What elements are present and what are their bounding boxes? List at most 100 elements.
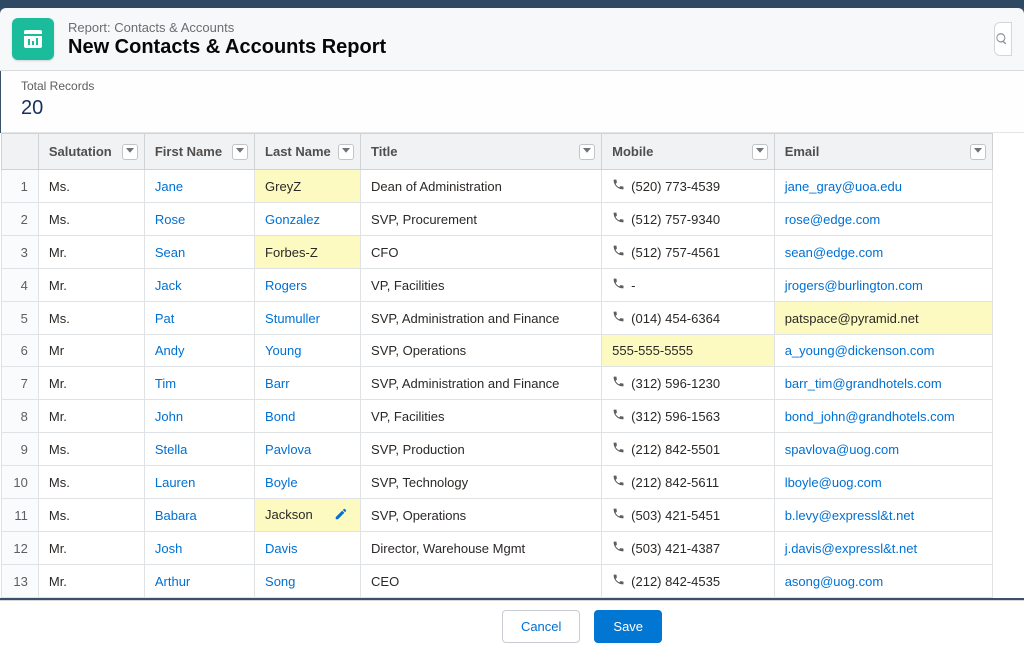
search-input[interactable] (994, 22, 1012, 56)
col-email[interactable]: Email (774, 134, 992, 170)
cell-email[interactable]: b.levy@expressl&t.net (774, 499, 992, 532)
last-name-text[interactable]: Barr (265, 376, 290, 391)
filter-icon[interactable] (122, 144, 138, 160)
cell-salutation[interactable]: Ms. (38, 499, 144, 532)
cell-email[interactable]: a_young@dickenson.com (774, 335, 992, 367)
cell-last-name[interactable]: Song (255, 565, 361, 598)
first-name-link[interactable]: Tim (155, 376, 176, 391)
save-button[interactable]: Save (594, 610, 662, 643)
cell-first-name[interactable]: Babara (144, 499, 254, 532)
last-name-text[interactable]: Gonzalez (265, 212, 320, 227)
email-link[interactable]: patspace@pyramid.net (785, 311, 919, 326)
cell-mobile[interactable]: (014) 454-6364 (602, 302, 775, 335)
cell-email[interactable]: sean@edge.com (774, 236, 992, 269)
email-link[interactable]: barr_tim@grandhotels.com (785, 376, 942, 391)
cell-first-name[interactable]: Lauren (144, 466, 254, 499)
cell-first-name[interactable]: Josh (144, 532, 254, 565)
col-mobile[interactable]: Mobile (602, 134, 775, 170)
cell-last-name[interactable]: Stumuller (255, 302, 361, 335)
cell-last-name[interactable]: Boyle (255, 466, 361, 499)
last-name-text[interactable]: Bond (265, 409, 295, 424)
first-name-link[interactable]: John (155, 409, 183, 424)
cell-first-name[interactable]: Rose (144, 203, 254, 236)
email-link[interactable]: jane_gray@uoa.edu (785, 179, 902, 194)
cell-mobile[interactable]: (212) 842-5611 (602, 466, 775, 499)
email-link[interactable]: sean@edge.com (785, 245, 883, 260)
cell-email[interactable]: bond_john@grandhotels.com (774, 400, 992, 433)
cell-first-name[interactable]: Sean (144, 236, 254, 269)
last-name-text[interactable]: Young (265, 343, 301, 358)
cell-first-name[interactable]: Jack (144, 269, 254, 302)
cell-first-name[interactable]: Tim (144, 367, 254, 400)
cell-title[interactable]: SVP, Operations (361, 335, 602, 367)
filter-icon[interactable] (579, 144, 595, 160)
cell-salutation[interactable]: Ms. (38, 433, 144, 466)
filter-icon[interactable] (338, 144, 354, 160)
email-link[interactable]: rose@edge.com (785, 212, 881, 227)
cell-title[interactable]: CEO (361, 565, 602, 598)
cell-salutation[interactable]: Ms. (38, 170, 144, 203)
last-name-text[interactable]: Pavlova (265, 442, 311, 457)
cell-title[interactable]: VP, Facilities (361, 269, 602, 302)
first-name-link[interactable]: Jack (155, 278, 182, 293)
cell-salutation[interactable]: Ms. (38, 203, 144, 236)
cell-last-name[interactable]: Rogers (255, 269, 361, 302)
cell-salutation[interactable]: Mr. (38, 565, 144, 598)
last-name-text[interactable]: Boyle (265, 475, 298, 490)
cell-email[interactable]: j.davis@expressl&t.net (774, 532, 992, 565)
email-link[interactable]: a_young@dickenson.com (785, 343, 935, 358)
cell-title[interactable]: SVP, Administration and Finance (361, 302, 602, 335)
cell-title[interactable]: VP, Facilities (361, 400, 602, 433)
cell-mobile[interactable]: (212) 842-5501 (602, 433, 775, 466)
cell-email[interactable]: jrogers@burlington.com (774, 269, 992, 302)
email-link[interactable]: bond_john@grandhotels.com (785, 409, 955, 424)
first-name-link[interactable]: Rose (155, 212, 185, 227)
cell-title[interactable]: SVP, Operations (361, 499, 602, 532)
cell-first-name[interactable]: Arthur (144, 565, 254, 598)
email-link[interactable]: j.davis@expressl&t.net (785, 541, 917, 556)
cell-title[interactable]: Dean of Administration (361, 170, 602, 203)
first-name-link[interactable]: Lauren (155, 475, 195, 490)
filter-icon[interactable] (970, 144, 986, 160)
cancel-button[interactable]: Cancel (502, 610, 580, 643)
cell-title[interactable]: SVP, Procurement (361, 203, 602, 236)
cell-mobile[interactable]: (512) 757-9340 (602, 203, 775, 236)
cell-last-name[interactable]: Davis (255, 532, 361, 565)
cell-mobile[interactable]: - (602, 269, 775, 302)
cell-salutation[interactable]: Mr. (38, 236, 144, 269)
cell-salutation[interactable]: Ms. (38, 466, 144, 499)
email-link[interactable]: asong@uog.com (785, 574, 883, 589)
email-link[interactable]: jrogers@burlington.com (785, 278, 923, 293)
cell-first-name[interactable]: Stella (144, 433, 254, 466)
cell-title[interactable]: CFO (361, 236, 602, 269)
cell-mobile[interactable]: (520) 773-4539 (602, 170, 775, 203)
last-name-text[interactable]: Song (265, 574, 295, 589)
col-first-name[interactable]: First Name (144, 134, 254, 170)
cell-email[interactable]: jane_gray@uoa.edu (774, 170, 992, 203)
cell-email[interactable]: lboyle@uog.com (774, 466, 992, 499)
cell-first-name[interactable]: John (144, 400, 254, 433)
cell-first-name[interactable]: Jane (144, 170, 254, 203)
col-salutation[interactable]: Salutation (38, 134, 144, 170)
cell-title[interactable]: SVP, Production (361, 433, 602, 466)
cell-last-name[interactable]: Bond (255, 400, 361, 433)
first-name-link[interactable]: Josh (155, 541, 182, 556)
first-name-link[interactable]: Arthur (155, 574, 190, 589)
first-name-link[interactable]: Pat (155, 311, 175, 326)
cell-salutation[interactable]: Mr. (38, 367, 144, 400)
first-name-link[interactable]: Andy (155, 343, 185, 358)
cell-title[interactable]: SVP, Administration and Finance (361, 367, 602, 400)
filter-icon[interactable] (232, 144, 248, 160)
cell-mobile[interactable]: (312) 596-1563 (602, 400, 775, 433)
cell-last-name[interactable]: Pavlova (255, 433, 361, 466)
cell-last-name[interactable]: Barr (255, 367, 361, 400)
last-name-text[interactable]: Rogers (265, 278, 307, 293)
cell-salutation[interactable]: Ms. (38, 302, 144, 335)
last-name-text[interactable]: Davis (265, 541, 298, 556)
cell-last-name[interactable]: Young (255, 335, 361, 367)
edit-pencil-icon[interactable] (334, 507, 350, 523)
cell-mobile[interactable]: (312) 596-1230 (602, 367, 775, 400)
cell-email[interactable]: spavlova@uog.com (774, 433, 992, 466)
first-name-link[interactable]: Babara (155, 508, 197, 523)
cell-email[interactable]: patspace@pyramid.net (774, 302, 992, 335)
